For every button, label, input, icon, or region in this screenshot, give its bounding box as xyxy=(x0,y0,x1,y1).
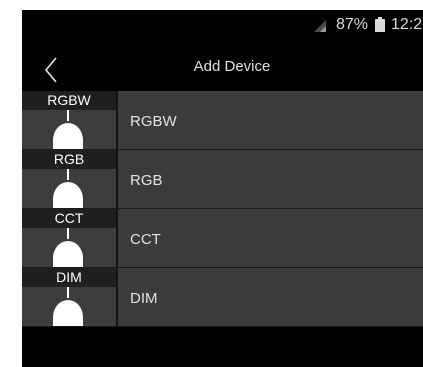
lamp-icon xyxy=(53,227,83,267)
device-body[interactable]: RGB xyxy=(118,150,423,208)
device-thumbnail: DIM xyxy=(22,268,116,326)
device-list: RGBW RGBW RGB RGB CCT CCT DIM DIM xyxy=(22,91,423,327)
device-row-dim[interactable]: DIM DIM xyxy=(22,268,423,327)
device-thumbnail: RGBW xyxy=(22,91,116,149)
device-name: RGB xyxy=(130,172,163,189)
clock: 12:2 xyxy=(391,16,423,33)
device-name: CCT xyxy=(130,231,161,248)
device-thumbnail: RGB xyxy=(22,150,116,208)
device-type-label: DIM xyxy=(22,268,116,287)
battery-icon xyxy=(375,17,385,32)
device-type-label: RGB xyxy=(22,150,116,169)
device-row-rgbw[interactable]: RGBW RGBW xyxy=(22,91,423,150)
lamp-icon xyxy=(53,109,83,149)
device-body[interactable]: RGBW xyxy=(118,91,423,149)
device-name: RGBW xyxy=(130,113,177,130)
page-title: Add Device xyxy=(193,58,271,75)
device-body[interactable]: CCT xyxy=(118,209,423,267)
signal-icon xyxy=(314,20,326,32)
battery-percentage: 87% xyxy=(336,16,369,33)
device-thumbnail: CCT xyxy=(22,209,116,267)
device-body[interactable]: DIM xyxy=(118,268,423,326)
device-row-rgb[interactable]: RGB RGB xyxy=(22,150,423,209)
lamp-icon xyxy=(53,168,83,208)
status-bar: 87% 12:2 xyxy=(22,10,423,40)
device-name: DIM xyxy=(130,290,158,307)
lamp-icon xyxy=(53,286,83,326)
device-type-label: CCT xyxy=(22,209,116,228)
device-type-label: RGBW xyxy=(22,91,116,110)
app-screen: 87% 12:2 Add Device RGBW RGBW RGB RGB CC… xyxy=(22,10,423,367)
app-bar: Add Device xyxy=(22,40,423,98)
device-row-cct[interactable]: CCT CCT xyxy=(22,209,423,268)
